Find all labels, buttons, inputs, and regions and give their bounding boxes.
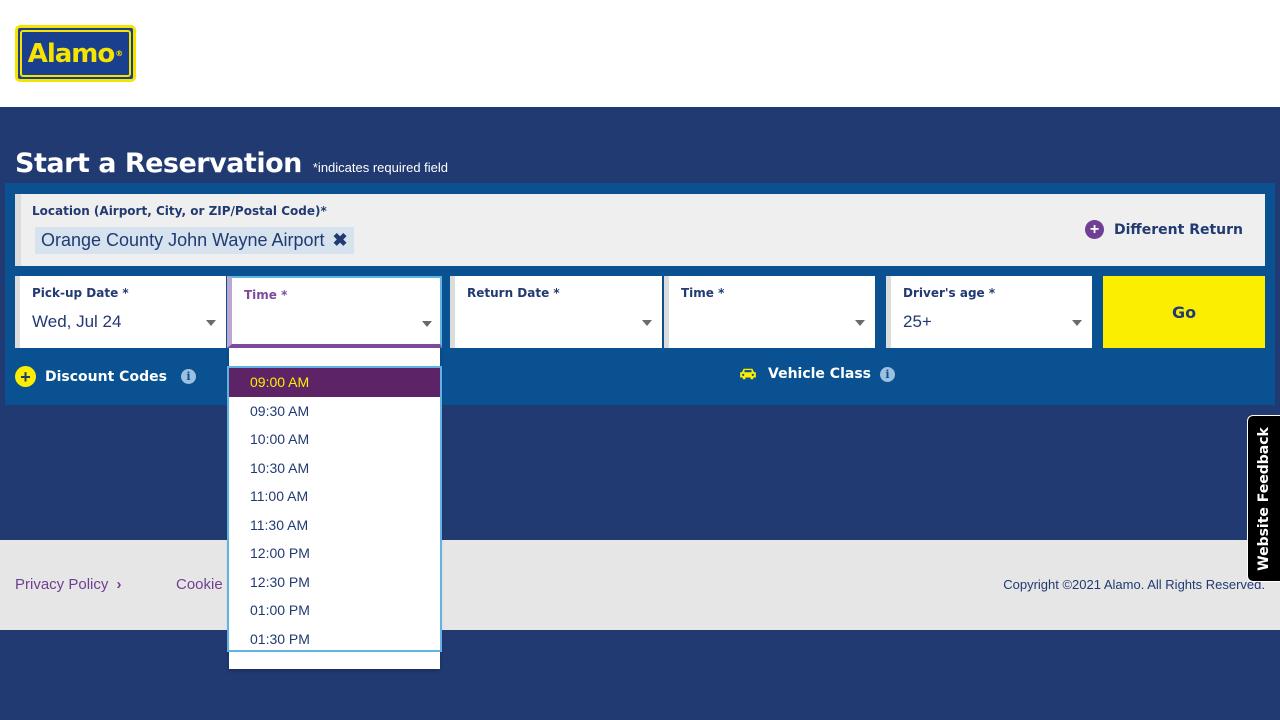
chevron-down-icon	[642, 320, 652, 326]
pickup-time-label: Time *	[244, 288, 288, 302]
privacy-policy-label: Privacy Policy	[15, 576, 109, 593]
different-return-label: Different Return	[1114, 221, 1243, 238]
location-field[interactable]: Location (Airport, City, or ZIP/Postal C…	[15, 194, 1265, 266]
discount-codes-link[interactable]: + Discount Codes i	[15, 366, 196, 387]
time-option[interactable]: 12:00 PM	[229, 539, 440, 568]
chevron-down-icon	[855, 320, 865, 326]
info-icon[interactable]: i	[180, 369, 196, 384]
different-return-button[interactable]: + Different Return	[1085, 220, 1243, 239]
time-dropdown-list[interactable]: 09:00 AM 09:30 AM 10:00 AM 10:30 AM 11:0…	[227, 366, 442, 652]
privacy-policy-link[interactable]: Privacy Policy ›	[15, 576, 122, 593]
time-option[interactable]: 09:30 AM	[229, 397, 440, 426]
logo-wordmark: Alamo ®	[20, 30, 131, 77]
time-option[interactable]: 12:30 PM	[229, 568, 440, 597]
info-icon[interactable]: i	[879, 366, 895, 382]
alamo-logo[interactable]: Alamo ®	[15, 25, 136, 82]
top-header: Alamo ®	[0, 0, 1280, 107]
return-time-label: Time *	[681, 286, 725, 300]
return-date-field[interactable]: Return Date *	[450, 276, 662, 348]
pickup-time-field[interactable]: Time *	[227, 276, 442, 348]
chevron-right-icon: ›	[116, 576, 122, 593]
registered-mark: ®	[115, 49, 124, 58]
remove-location-icon[interactable]: ✖	[332, 230, 347, 251]
location-chip: Orange County John Wayne Airport ✖	[35, 227, 354, 254]
go-button[interactable]: Go	[1103, 276, 1265, 348]
chevron-down-icon	[206, 320, 216, 326]
time-option[interactable]: 10:00 AM	[229, 425, 440, 454]
logo-text: Alamo	[27, 38, 116, 69]
pickup-date-label: Pick-up Date *	[32, 286, 129, 300]
discount-codes-label: Discount Codes	[45, 368, 167, 385]
time-option[interactable]: 09:00 AM	[229, 368, 440, 397]
location-value: Orange County John Wayne Airport	[41, 230, 325, 250]
website-feedback-tab[interactable]: Website Feedback	[1247, 415, 1280, 582]
car-icon	[740, 368, 756, 380]
time-option[interactable]: 11:00 AM	[229, 482, 440, 511]
chevron-down-icon	[1072, 320, 1082, 326]
drivers-age-value: 25+	[903, 312, 932, 331]
time-option[interactable]: 11:30 AM	[229, 511, 440, 540]
cookie-link[interactable]: Cookie	[176, 576, 223, 593]
drivers-age-label: Driver's age *	[903, 286, 996, 300]
footer: Privacy Policy › Cookie Copyright ©2021 …	[0, 540, 1280, 630]
pickup-date-field[interactable]: Pick-up Date * Wed, Jul 24	[15, 276, 226, 348]
copyright-text: Copyright ©2021 Alamo. All Rights Reserv…	[1003, 577, 1265, 592]
plus-circle-icon: +	[15, 366, 36, 387]
website-feedback-label: Website Feedback	[1256, 426, 1272, 571]
vehicle-class-label: Vehicle Class	[768, 366, 871, 382]
time-option[interactable]: 01:30 PM	[229, 625, 440, 651]
chevron-down-icon	[422, 321, 432, 327]
required-note: *indicates required field	[312, 160, 449, 175]
plus-circle-icon: +	[1085, 220, 1104, 239]
return-date-label: Return Date *	[467, 286, 560, 300]
vehicle-class-link[interactable]: Vehicle Class i	[737, 366, 895, 382]
reservation-heading: Start a Reservation *indicates required …	[15, 148, 448, 182]
drivers-age-field[interactable]: Driver's age * 25+	[886, 276, 1092, 348]
return-time-field[interactable]: Time *	[664, 276, 875, 348]
time-option[interactable]: 01:00 PM	[229, 596, 440, 625]
location-label: Location (Airport, City, or ZIP/Postal C…	[32, 204, 327, 218]
pickup-date-value: Wed, Jul 24	[32, 312, 122, 331]
page-title: Start a Reservation	[15, 148, 302, 179]
time-option[interactable]: 10:30 AM	[229, 454, 440, 483]
